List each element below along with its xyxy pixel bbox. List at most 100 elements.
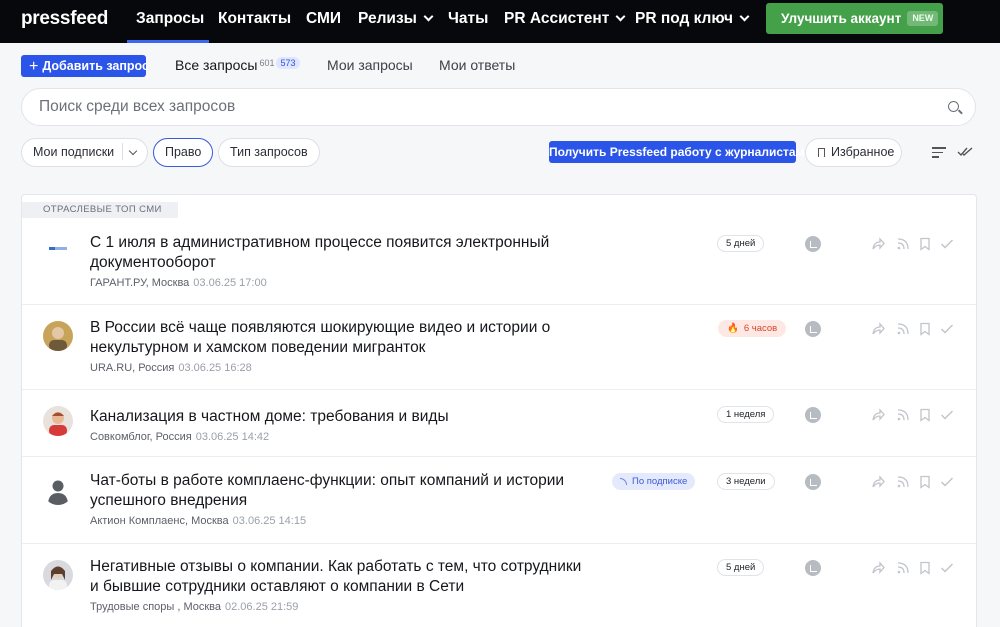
request-date: 03.06.25 14:42 xyxy=(195,431,270,443)
subscription-text: По подписке xyxy=(632,476,688,487)
nav-pr-assistant[interactable]: PR Ассистент xyxy=(504,0,626,43)
share-icon[interactable] xyxy=(871,475,885,489)
share-icon[interactable] xyxy=(871,237,885,251)
request-date: 03.06.25 17:00 xyxy=(193,277,267,289)
request-row[interactable]: Негативные отзывы о компании. Как работа… xyxy=(22,545,976,627)
request-row[interactable]: Канализация в частном доме: требования и… xyxy=(22,391,976,457)
request-title[interactable]: Канализация в частном доме: требования и… xyxy=(90,407,590,427)
add-request-button[interactable]: + Добавить запрос xyxy=(21,55,149,77)
stats-icon[interactable] xyxy=(805,321,821,337)
nav-label: СМИ xyxy=(306,10,342,27)
share-icon[interactable] xyxy=(871,408,885,422)
stats-icon[interactable] xyxy=(805,407,821,423)
filter-label: Тип запросов xyxy=(230,145,308,159)
chevron-down-icon[interactable] xyxy=(128,146,138,156)
request-source[interactable]: URA.RU, Россия xyxy=(90,362,174,374)
nav-releases[interactable]: Релизы xyxy=(358,0,434,43)
divider xyxy=(122,143,124,160)
tab-all-requests[interactable]: Все запросы 601 573 xyxy=(175,57,300,73)
deadline-badge: 1 неделя xyxy=(717,406,775,423)
rss-icon[interactable] xyxy=(896,322,910,336)
section-label: ОТРАСЛЕВЫЕ ТОП СМИ xyxy=(22,202,178,218)
tab-my-answers[interactable]: Мои ответы xyxy=(439,57,515,73)
share-icon[interactable] xyxy=(871,322,885,336)
request-source[interactable]: ГАРАНТ.РУ, Москва xyxy=(90,277,189,289)
request-date: 02.06.25 21:59 xyxy=(225,601,299,613)
bookmark-icon[interactable] xyxy=(918,322,932,336)
request-date: 03.06.25 14:15 xyxy=(232,515,307,527)
my-subscriptions-filter[interactable]: Мои подписки xyxy=(21,138,149,167)
rss-icon[interactable] xyxy=(896,475,910,489)
request-type-filter[interactable]: Тип запросов xyxy=(218,138,320,167)
request-title[interactable]: Негативные отзывы о компании. Как работа… xyxy=(90,557,590,597)
top-navigation: pressfeed Запросы Контакты СМИ Релизы Ча… xyxy=(0,0,1000,43)
avatar xyxy=(43,406,73,436)
bookmark-icon[interactable] xyxy=(918,408,932,422)
stats-icon[interactable] xyxy=(805,474,821,490)
favorites-filter[interactable]: Избранное xyxy=(805,138,902,167)
media-logo xyxy=(43,233,73,263)
stats-icon[interactable] xyxy=(805,560,821,576)
nav-media[interactable]: СМИ xyxy=(306,0,341,43)
rss-icon[interactable] xyxy=(896,237,910,251)
request-row[interactable]: Чат-боты в работе комплаенс-функции: опы… xyxy=(22,458,976,544)
search-input[interactable] xyxy=(21,88,976,126)
search-icon[interactable] xyxy=(948,101,959,112)
fire-icon: 🔥 xyxy=(727,323,739,334)
request-source[interactable]: Трудовые споры , Москва xyxy=(90,601,221,613)
request-title[interactable]: Чат-боты в работе комплаенс-функции: опы… xyxy=(90,471,580,511)
upgrade-account-button[interactable]: Улучшить аккаунт NEW xyxy=(766,3,943,34)
mark-all-read-icon[interactable] xyxy=(957,146,975,158)
request-meta: Совкомблог, Россия 03.06.25 14:42 xyxy=(90,431,269,443)
tab-label: Все запросы xyxy=(175,57,258,73)
nav-label: Контакты xyxy=(218,10,292,27)
rss-icon[interactable] xyxy=(896,561,910,575)
tab-my-requests[interactable]: Мои запросы xyxy=(327,57,413,73)
nav-contacts[interactable]: Контакты xyxy=(218,0,291,43)
bookmark-icon xyxy=(818,148,825,160)
request-meta: Трудовые споры , Москва 02.06.25 21:59 xyxy=(90,601,298,613)
nav-pr-turnkey[interactable]: PR под ключ xyxy=(635,0,750,43)
new-badge: NEW xyxy=(907,11,939,26)
get-pressfeed-work-button[interactable]: Получить Pressfeed работу с журналистами xyxy=(549,141,812,163)
request-source[interactable]: Актион Комплаенс, Москва xyxy=(90,515,229,527)
request-row[interactable]: В России всё чаще появляются шокирующие … xyxy=(22,306,976,390)
check-icon[interactable] xyxy=(940,408,954,422)
check-icon[interactable] xyxy=(940,322,954,336)
chevron-down-icon xyxy=(423,11,434,22)
bookmark-icon[interactable] xyxy=(918,561,932,575)
request-source[interactable]: Совкомблог, Россия xyxy=(90,431,192,443)
deadline-text: 6 часов xyxy=(743,323,778,334)
nav-label: PR Ассистент xyxy=(504,10,610,27)
avatar xyxy=(43,560,73,590)
check-icon[interactable] xyxy=(940,561,954,575)
law-filter[interactable]: Право xyxy=(153,138,214,167)
request-meta: ГАРАНТ.РУ, Москва 03.06.25 17:00 xyxy=(90,277,267,289)
stats-icon[interactable] xyxy=(805,236,821,252)
deadline-badge-urgent: 🔥 6 часов xyxy=(718,320,787,337)
chevron-down-icon xyxy=(615,11,626,22)
nav-chats[interactable]: Чаты xyxy=(448,0,488,43)
avatar-placeholder xyxy=(43,475,73,505)
nav-requests[interactable]: Запросы xyxy=(136,0,204,43)
rss-icon[interactable] xyxy=(896,408,910,422)
filter-label: Мои подписки xyxy=(33,145,115,159)
logo[interactable]: pressfeed xyxy=(21,8,108,30)
nav-label: Чаты xyxy=(448,10,489,27)
deadline-badge: 3 недели xyxy=(717,473,775,490)
request-meta: Актион Комплаенс, Москва 03.06.25 14:15 xyxy=(90,515,306,527)
request-title[interactable]: В России всё чаще появляются шокирующие … xyxy=(90,318,590,358)
check-icon[interactable] xyxy=(940,475,954,489)
sort-icon[interactable] xyxy=(932,147,946,158)
share-icon[interactable] xyxy=(871,561,885,575)
filter-label: Право xyxy=(165,145,202,159)
request-row[interactable]: С 1 июля в административном процессе поя… xyxy=(22,221,976,305)
add-request-label: Добавить запрос xyxy=(42,59,149,73)
tab-label: Мои запросы xyxy=(327,57,413,73)
request-title[interactable]: С 1 июля в административном процессе поя… xyxy=(90,233,590,273)
nav-label: Релизы xyxy=(358,10,417,27)
check-icon[interactable] xyxy=(940,237,954,251)
bookmark-icon[interactable] xyxy=(918,475,932,489)
bookmark-icon[interactable] xyxy=(918,237,932,251)
deadline-badge: 5 дней xyxy=(717,559,765,576)
